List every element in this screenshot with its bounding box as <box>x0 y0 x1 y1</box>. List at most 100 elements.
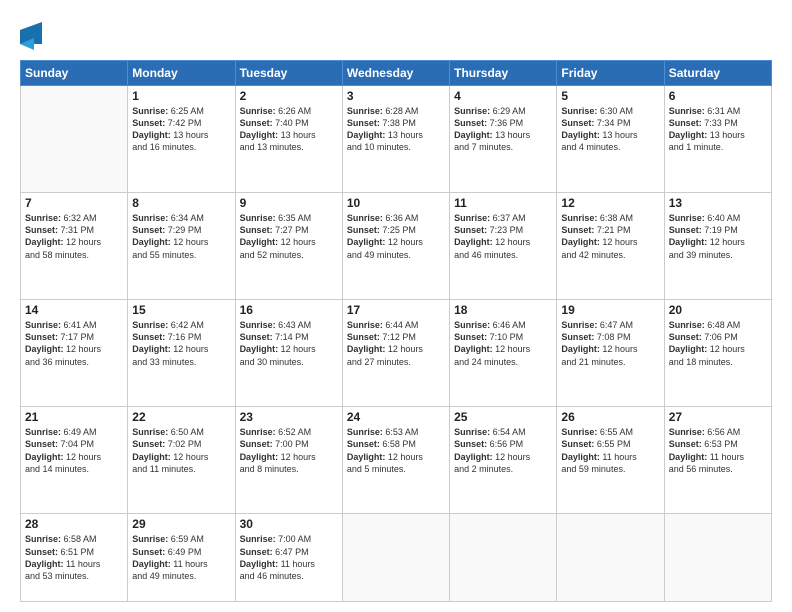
day-number: 17 <box>347 303 445 317</box>
calendar-cell: 15 Sunrise: 6:42 AMSunset: 7:16 PMDayligh… <box>128 300 235 407</box>
day-number: 24 <box>347 410 445 424</box>
calendar-cell: 25 Sunrise: 6:54 AMSunset: 6:56 PMDayligh… <box>450 407 557 514</box>
calendar-cell: 23Sunrise: 6:52 AMSunset: 7:00 PMDayligh… <box>235 407 342 514</box>
day-content: Sunrise: 6:25 AMSunset: 7:42 PMDaylight:… <box>132 105 230 154</box>
day-content: Sunrise: 6:29 AMSunset: 7:36 PMDaylight:… <box>454 105 552 154</box>
day-content: Sunrise: 6:26 AMSunset: 7:40 PMDaylight:… <box>240 105 338 154</box>
page: SundayMondayTuesdayWednesdayThursdayFrid… <box>0 0 792 612</box>
day-number: 7 <box>25 196 123 210</box>
day-content: Sunrise: 7:00 AMSunset: 6:47 PMDaylight:… <box>240 533 338 582</box>
day-content: Sunrise: 6:43 AMSunset: 7:14 PMDaylight:… <box>240 319 338 368</box>
day-number: 30 <box>240 517 338 531</box>
calendar-cell: 4 Sunrise: 6:29 AMSunset: 7:36 PMDaylight… <box>450 86 557 193</box>
day-number: 27 <box>669 410 767 424</box>
calendar-cell: 26 Sunrise: 6:55 AMSunset: 6:55 PMDayligh… <box>557 407 664 514</box>
day-number: 12 <box>561 196 659 210</box>
day-content: Sunrise: 6:41 AMSunset: 7:17 PMDaylight:… <box>25 319 123 368</box>
calendar-cell: 5 Sunrise: 6:30 AMSunset: 7:34 PMDaylight… <box>557 86 664 193</box>
calendar-cell <box>342 514 449 602</box>
calendar-cell: 13 Sunrise: 6:40 AMSunset: 7:19 PMDayligh… <box>664 193 771 300</box>
day-content: Sunrise: 6:56 AMSunset: 6:53 PMDaylight:… <box>669 426 767 475</box>
weekday-header-monday: Monday <box>128 61 235 86</box>
day-content: Sunrise: 6:31 AMSunset: 7:33 PMDaylight:… <box>669 105 767 154</box>
calendar-cell: 3 Sunrise: 6:28 AMSunset: 7:38 PMDaylight… <box>342 86 449 193</box>
day-content: Sunrise: 6:44 AMSunset: 7:12 PMDaylight:… <box>347 319 445 368</box>
calendar-cell: 24 Sunrise: 6:53 AMSunset: 6:58 PMDayligh… <box>342 407 449 514</box>
day-number: 8 <box>132 196 230 210</box>
calendar-cell: 9 Sunrise: 6:35 AMSunset: 7:27 PMDaylight… <box>235 193 342 300</box>
day-number: 1 <box>132 89 230 103</box>
day-content: Sunrise: 6:32 AMSunset: 7:31 PMDaylight:… <box>25 212 123 261</box>
calendar-cell: 11 Sunrise: 6:37 AMSunset: 7:23 PMDayligh… <box>450 193 557 300</box>
day-number: 28 <box>25 517 123 531</box>
day-content: Sunrise: 6:34 AMSunset: 7:29 PMDaylight:… <box>132 212 230 261</box>
calendar-cell: 14 Sunrise: 6:41 AMSunset: 7:17 PMDayligh… <box>21 300 128 407</box>
day-number: 2 <box>240 89 338 103</box>
logo <box>20 22 44 52</box>
day-content: Sunrise: 6:59 AMSunset: 6:49 PMDaylight:… <box>132 533 230 582</box>
calendar-week-row: 1 Sunrise: 6:25 AMSunset: 7:42 PMDaylight… <box>21 86 772 193</box>
calendar-cell <box>450 514 557 602</box>
calendar-cell <box>557 514 664 602</box>
calendar-cell: 29Sunrise: 6:59 AMSunset: 6:49 PMDayligh… <box>128 514 235 602</box>
day-content: Sunrise: 6:47 AMSunset: 7:08 PMDaylight:… <box>561 319 659 368</box>
day-number: 14 <box>25 303 123 317</box>
day-number: 13 <box>669 196 767 210</box>
calendar-cell: 21 Sunrise: 6:49 AMSunset: 7:04 PMDayligh… <box>21 407 128 514</box>
day-number: 25 <box>454 410 552 424</box>
calendar-week-row: 28Sunrise: 6:58 AMSunset: 6:51 PMDayligh… <box>21 514 772 602</box>
weekday-header-tuesday: Tuesday <box>235 61 342 86</box>
day-number: 5 <box>561 89 659 103</box>
calendar-cell: 16 Sunrise: 6:43 AMSunset: 7:14 PMDayligh… <box>235 300 342 407</box>
calendar-cell: 6 Sunrise: 6:31 AMSunset: 7:33 PMDaylight… <box>664 86 771 193</box>
day-number: 19 <box>561 303 659 317</box>
weekday-header-row: SundayMondayTuesdayWednesdayThursdayFrid… <box>21 61 772 86</box>
calendar-cell: 10Sunrise: 6:36 AMSunset: 7:25 PMDayligh… <box>342 193 449 300</box>
day-content: Sunrise: 6:36 AMSunset: 7:25 PMDaylight:… <box>347 212 445 261</box>
day-number: 3 <box>347 89 445 103</box>
day-content: Sunrise: 6:35 AMSunset: 7:27 PMDaylight:… <box>240 212 338 261</box>
calendar-week-row: 14 Sunrise: 6:41 AMSunset: 7:17 PMDayligh… <box>21 300 772 407</box>
day-content: Sunrise: 6:54 AMSunset: 6:56 PMDaylight:… <box>454 426 552 475</box>
day-number: 11 <box>454 196 552 210</box>
day-content: Sunrise: 6:37 AMSunset: 7:23 PMDaylight:… <box>454 212 552 261</box>
weekday-header-friday: Friday <box>557 61 664 86</box>
day-content: Sunrise: 6:30 AMSunset: 7:34 PMDaylight:… <box>561 105 659 154</box>
day-content: Sunrise: 6:53 AMSunset: 6:58 PMDaylight:… <box>347 426 445 475</box>
calendar-cell: 18 Sunrise: 6:46 AMSunset: 7:10 PMDayligh… <box>450 300 557 407</box>
day-content: Sunrise: 6:49 AMSunset: 7:04 PMDaylight:… <box>25 426 123 475</box>
calendar-cell: 17 Sunrise: 6:44 AMSunset: 7:12 PMDayligh… <box>342 300 449 407</box>
calendar-cell: 19 Sunrise: 6:47 AMSunset: 7:08 PMDayligh… <box>557 300 664 407</box>
day-content: Sunrise: 6:42 AMSunset: 7:16 PMDaylight:… <box>132 319 230 368</box>
day-content: Sunrise: 6:55 AMSunset: 6:55 PMDaylight:… <box>561 426 659 475</box>
day-number: 16 <box>240 303 338 317</box>
day-content: Sunrise: 6:50 AMSunset: 7:02 PMDaylight:… <box>132 426 230 475</box>
day-number: 26 <box>561 410 659 424</box>
day-number: 9 <box>240 196 338 210</box>
day-number: 20 <box>669 303 767 317</box>
calendar-cell: 20Sunrise: 6:48 AMSunset: 7:06 PMDayligh… <box>664 300 771 407</box>
calendar-cell: 7 Sunrise: 6:32 AMSunset: 7:31 PMDaylight… <box>21 193 128 300</box>
day-number: 4 <box>454 89 552 103</box>
calendar-cell: 12 Sunrise: 6:38 AMSunset: 7:21 PMDayligh… <box>557 193 664 300</box>
calendar-cell <box>664 514 771 602</box>
calendar-cell: 2 Sunrise: 6:26 AMSunset: 7:40 PMDaylight… <box>235 86 342 193</box>
calendar-cell <box>21 86 128 193</box>
day-number: 15 <box>132 303 230 317</box>
day-number: 18 <box>454 303 552 317</box>
day-number: 21 <box>25 410 123 424</box>
calendar-week-row: 7 Sunrise: 6:32 AMSunset: 7:31 PMDaylight… <box>21 193 772 300</box>
day-content: Sunrise: 6:46 AMSunset: 7:10 PMDaylight:… <box>454 319 552 368</box>
weekday-header-thursday: Thursday <box>450 61 557 86</box>
header <box>20 18 772 52</box>
calendar-cell: 28Sunrise: 6:58 AMSunset: 6:51 PMDayligh… <box>21 514 128 602</box>
day-number: 23 <box>240 410 338 424</box>
calendar-cell: 8 Sunrise: 6:34 AMSunset: 7:29 PMDaylight… <box>128 193 235 300</box>
day-number: 6 <box>669 89 767 103</box>
weekday-header-saturday: Saturday <box>664 61 771 86</box>
weekday-header-sunday: Sunday <box>21 61 128 86</box>
logo-icon <box>20 22 42 52</box>
day-content: Sunrise: 6:28 AMSunset: 7:38 PMDaylight:… <box>347 105 445 154</box>
day-content: Sunrise: 6:40 AMSunset: 7:19 PMDaylight:… <box>669 212 767 261</box>
day-content: Sunrise: 6:38 AMSunset: 7:21 PMDaylight:… <box>561 212 659 261</box>
